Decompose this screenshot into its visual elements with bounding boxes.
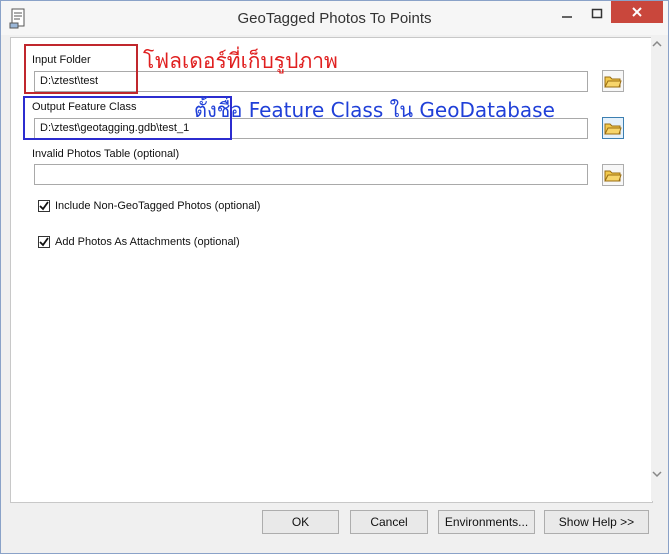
include-non-geotagged-label: Include Non-GeoTagged Photos (optional) [55, 200, 261, 212]
close-icon [632, 7, 642, 17]
show-help-button[interactable]: Show Help >> [544, 510, 649, 534]
add-photos-attachments-checkbox[interactable] [38, 236, 50, 248]
invalid-photos-table-field[interactable] [34, 164, 588, 185]
input-folder-annotation: โฟลเดอร์ที่เก็บรูปภาพ [143, 49, 338, 73]
cancel-button[interactable]: Cancel [350, 510, 428, 534]
output-feature-class-annotation: ตั้งชื่อ Feature Class ใน GeoDatabase [194, 98, 555, 122]
maximize-icon [591, 8, 603, 19]
invalid-photos-table-browse-button[interactable] [602, 164, 624, 186]
input-folder-browse-button[interactable] [602, 70, 624, 92]
minimize-icon [562, 16, 572, 18]
include-non-geotagged-checkbox[interactable] [38, 200, 50, 212]
input-folder-highlight-box [24, 44, 138, 94]
vertical-scrollbar[interactable] [651, 37, 663, 501]
add-photos-attachments-label: Add Photos As Attachments (optional) [55, 236, 240, 248]
folder-browse-icon [604, 76, 622, 88]
tool-dialog-window: GeoTagged Photos To Points Input Folder … [0, 0, 669, 554]
maximize-button[interactable] [583, 1, 611, 27]
checkmark-icon [39, 237, 49, 247]
close-button[interactable] [611, 1, 663, 23]
output-feature-class-browse-button[interactable] [602, 117, 624, 139]
folder-browse-icon [604, 170, 622, 182]
title-bar: GeoTagged Photos To Points [1, 1, 668, 35]
scroll-down-icon [652, 471, 662, 478]
ok-button[interactable]: OK [262, 510, 339, 534]
environments-button[interactable]: Environments... [438, 510, 535, 534]
invalid-photos-table-label: Invalid Photos Table (optional) [32, 148, 180, 160]
checkmark-icon [39, 201, 49, 211]
folder-browse-icon [604, 123, 622, 135]
minimize-button[interactable] [551, 1, 583, 27]
scroll-up-icon [652, 40, 662, 47]
